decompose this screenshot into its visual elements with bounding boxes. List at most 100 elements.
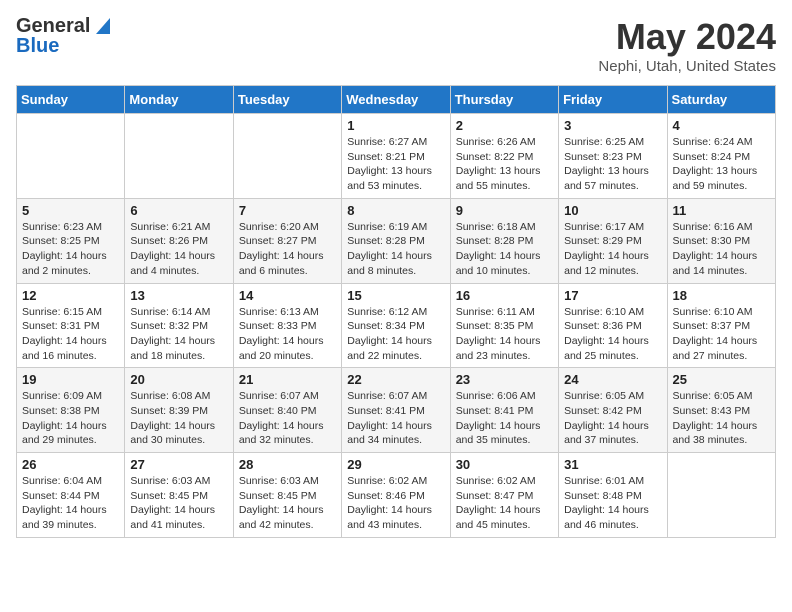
calendar-cell: 29 Sunrise: 6:02 AM Sunset: 8:46 PM Dayli… (342, 453, 450, 538)
day-number: 16 (456, 288, 553, 303)
day-number: 25 (673, 372, 770, 387)
calendar-cell: 6 Sunrise: 6:21 AM Sunset: 8:26 PM Daylig… (125, 198, 233, 283)
day-number: 13 (130, 288, 227, 303)
day-number: 30 (456, 457, 553, 472)
header-monday: Monday (125, 86, 233, 114)
day-info: Sunrise: 6:27 AM Sunset: 8:21 PM Dayligh… (347, 135, 444, 194)
calendar-cell: 1 Sunrise: 6:27 AM Sunset: 8:21 PM Daylig… (342, 114, 450, 199)
week-row-4: 19 Sunrise: 6:09 AM Sunset: 8:38 PM Dayli… (17, 368, 776, 453)
week-row-3: 12 Sunrise: 6:15 AM Sunset: 8:31 PM Dayli… (17, 283, 776, 368)
calendar-cell: 9 Sunrise: 6:18 AM Sunset: 8:28 PM Daylig… (450, 198, 558, 283)
day-number: 6 (130, 203, 227, 218)
header-thursday: Thursday (450, 86, 558, 114)
week-row-5: 26Sunrise: 6:04 AM Sunset: 8:44 PM Dayli… (17, 453, 776, 538)
calendar-cell: 2 Sunrise: 6:26 AM Sunset: 8:22 PM Daylig… (450, 114, 558, 199)
day-number: 24 (564, 372, 661, 387)
calendar-cell: 23Sunrise: 6:06 AM Sunset: 8:41 PM Dayli… (450, 368, 558, 453)
day-info: Sunrise: 6:01 AM Sunset: 8:48 PM Dayligh… (564, 474, 661, 533)
calendar-cell: 3 Sunrise: 6:25 AM Sunset: 8:23 PM Daylig… (559, 114, 667, 199)
logo-triangle-icon (92, 16, 110, 34)
day-number: 1 (347, 118, 444, 133)
day-info: Sunrise: 6:18 AM Sunset: 8:28 PM Dayligh… (456, 220, 553, 279)
day-number: 8 (347, 203, 444, 218)
day-info: Sunrise: 6:21 AM Sunset: 8:26 PM Dayligh… (130, 220, 227, 279)
logo-general-text: General (16, 16, 90, 36)
calendar-cell: 21 Sunrise: 6:07 AM Sunset: 8:40 PM Dayli… (233, 368, 341, 453)
day-info: Sunrise: 6:09 AM Sunset: 8:38 PM Dayligh… (22, 389, 119, 448)
week-row-2: 5Sunrise: 6:23 AM Sunset: 8:25 PM Daylig… (17, 198, 776, 283)
calendar-cell: 4 Sunrise: 6:24 AM Sunset: 8:24 PM Daylig… (667, 114, 775, 199)
calendar-cell: 26Sunrise: 6:04 AM Sunset: 8:44 PM Dayli… (17, 453, 125, 538)
day-info: Sunrise: 6:08 AM Sunset: 8:39 PM Dayligh… (130, 389, 227, 448)
day-info: Sunrise: 6:07 AM Sunset: 8:40 PM Dayligh… (239, 389, 336, 448)
day-info: Sunrise: 6:05 AM Sunset: 8:42 PM Dayligh… (564, 389, 661, 448)
day-info: Sunrise: 6:24 AM Sunset: 8:24 PM Dayligh… (673, 135, 770, 194)
day-number: 4 (673, 118, 770, 133)
calendar-cell: 16 Sunrise: 6:11 AM Sunset: 8:35 PM Dayli… (450, 283, 558, 368)
logo-blue-text: Blue (16, 36, 110, 56)
day-number: 12 (22, 288, 119, 303)
calendar-cell: 18 Sunrise: 6:10 AM Sunset: 8:37 PM Dayli… (667, 283, 775, 368)
day-number: 2 (456, 118, 553, 133)
day-info: Sunrise: 6:16 AM Sunset: 8:30 PM Dayligh… (673, 220, 770, 279)
calendar-cell: 15 Sunrise: 6:12 AM Sunset: 8:34 PM Dayli… (342, 283, 450, 368)
day-info: Sunrise: 6:19 AM Sunset: 8:28 PM Dayligh… (347, 220, 444, 279)
day-number: 20 (130, 372, 227, 387)
day-number: 14 (239, 288, 336, 303)
day-info: Sunrise: 6:26 AM Sunset: 8:22 PM Dayligh… (456, 135, 553, 194)
day-number: 19 (22, 372, 119, 387)
header-friday: Friday (559, 86, 667, 114)
header-saturday: Saturday (667, 86, 775, 114)
day-number: 10 (564, 203, 661, 218)
day-number: 3 (564, 118, 661, 133)
day-info: Sunrise: 6:14 AM Sunset: 8:32 PM Dayligh… (130, 305, 227, 364)
day-number: 21 (239, 372, 336, 387)
day-info: Sunrise: 6:25 AM Sunset: 8:23 PM Dayligh… (564, 135, 661, 194)
day-number: 22 (347, 372, 444, 387)
day-info: Sunrise: 6:07 AM Sunset: 8:41 PM Dayligh… (347, 389, 444, 448)
day-number: 17 (564, 288, 661, 303)
calendar-cell: 8 Sunrise: 6:19 AM Sunset: 8:28 PM Daylig… (342, 198, 450, 283)
page-header: General Blue May 2024 Nephi, Utah, Unite… (16, 16, 776, 75)
calendar-table: SundayMondayTuesdayWednesdayThursdayFrid… (16, 85, 776, 538)
calendar-cell: 12 Sunrise: 6:15 AM Sunset: 8:31 PM Dayli… (17, 283, 125, 368)
header-wednesday: Wednesday (342, 86, 450, 114)
calendar-cell: 19 Sunrise: 6:09 AM Sunset: 8:38 PM Dayli… (17, 368, 125, 453)
location: Nephi, Utah, United States (598, 58, 776, 75)
logo: General Blue (16, 16, 110, 56)
calendar-cell: 17 Sunrise: 6:10 AM Sunset: 8:36 PM Dayli… (559, 283, 667, 368)
day-number: 15 (347, 288, 444, 303)
calendar-cell: 27Sunrise: 6:03 AM Sunset: 8:45 PM Dayli… (125, 453, 233, 538)
day-number: 11 (673, 203, 770, 218)
calendar-cell: 30Sunrise: 6:02 AM Sunset: 8:47 PM Dayli… (450, 453, 558, 538)
calendar-cell: 25 Sunrise: 6:05 AM Sunset: 8:43 PM Dayli… (667, 368, 775, 453)
calendar-cell: 7Sunrise: 6:20 AM Sunset: 8:27 PM Daylig… (233, 198, 341, 283)
day-info: Sunrise: 6:17 AM Sunset: 8:29 PM Dayligh… (564, 220, 661, 279)
month-title: May 2024 (598, 16, 776, 58)
day-info: Sunrise: 6:12 AM Sunset: 8:34 PM Dayligh… (347, 305, 444, 364)
day-info: Sunrise: 6:11 AM Sunset: 8:35 PM Dayligh… (456, 305, 553, 364)
day-info: Sunrise: 6:13 AM Sunset: 8:33 PM Dayligh… (239, 305, 336, 364)
day-number: 18 (673, 288, 770, 303)
day-info: Sunrise: 6:05 AM Sunset: 8:43 PM Dayligh… (673, 389, 770, 448)
calendar-cell: 5Sunrise: 6:23 AM Sunset: 8:25 PM Daylig… (17, 198, 125, 283)
day-number: 9 (456, 203, 553, 218)
day-number: 7 (239, 203, 336, 218)
day-info: Sunrise: 6:02 AM Sunset: 8:46 PM Dayligh… (347, 474, 444, 533)
day-info: Sunrise: 6:10 AM Sunset: 8:36 PM Dayligh… (564, 305, 661, 364)
day-number: 31 (564, 457, 661, 472)
week-row-1: 1 Sunrise: 6:27 AM Sunset: 8:21 PM Daylig… (17, 114, 776, 199)
day-number: 27 (130, 457, 227, 472)
calendar-cell (233, 114, 341, 199)
calendar-header-row: SundayMondayTuesdayWednesdayThursdayFrid… (17, 86, 776, 114)
calendar-cell: 14 Sunrise: 6:13 AM Sunset: 8:33 PM Dayli… (233, 283, 341, 368)
calendar-cell: 22 Sunrise: 6:07 AM Sunset: 8:41 PM Dayli… (342, 368, 450, 453)
day-info: Sunrise: 6:10 AM Sunset: 8:37 PM Dayligh… (673, 305, 770, 364)
calendar-cell: 11 Sunrise: 6:16 AM Sunset: 8:30 PM Dayli… (667, 198, 775, 283)
day-info: Sunrise: 6:06 AM Sunset: 8:41 PM Dayligh… (456, 389, 553, 448)
day-number: 29 (347, 457, 444, 472)
day-info: Sunrise: 6:23 AM Sunset: 8:25 PM Dayligh… (22, 220, 119, 279)
calendar-cell (125, 114, 233, 199)
calendar-cell (667, 453, 775, 538)
day-info: Sunrise: 6:15 AM Sunset: 8:31 PM Dayligh… (22, 305, 119, 364)
